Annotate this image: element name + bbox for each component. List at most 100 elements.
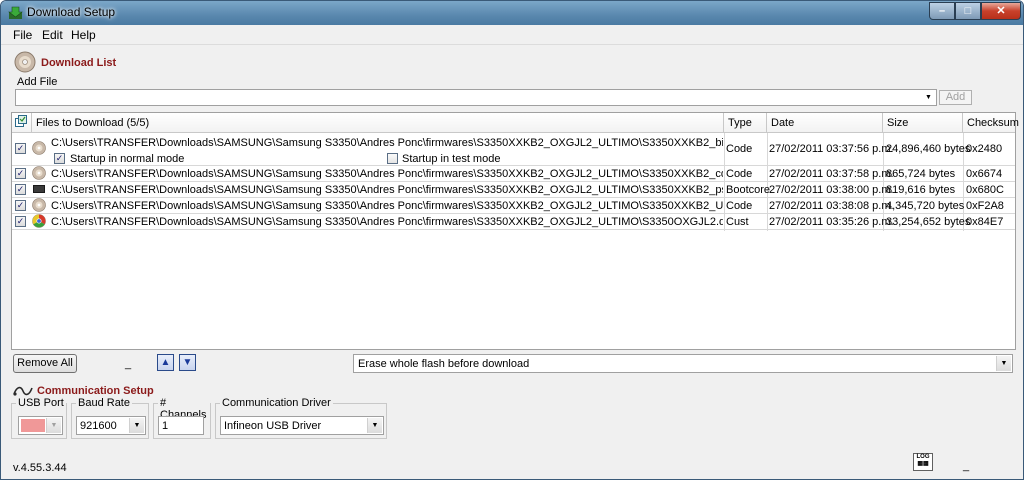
file-checksum: 0x680C — [966, 184, 1004, 196]
window-title: Download Setup — [27, 5, 116, 19]
close-button[interactable]: ✕ — [981, 2, 1021, 20]
startup-test-label: Startup in test mode — [402, 153, 501, 165]
chevron-down-icon[interactable]: ▼ — [922, 91, 935, 104]
erase-mode-value: Erase whole flash before download — [358, 358, 530, 370]
header-checksum[interactable]: Checksum — [963, 113, 1019, 133]
download-setup-window: Download Setup – □ ✕ File Edit Help Down… — [0, 0, 1024, 480]
maximize-button[interactable]: □ — [955, 2, 981, 20]
file-size: 4,345,720 bytes — [886, 200, 965, 212]
startup-normal-checkbox[interactable]: ✓ — [54, 153, 65, 164]
file-checksum: 0x6674 — [966, 168, 1003, 180]
chevron-down-icon[interactable]: ▼ — [129, 418, 144, 433]
menu-bar: File Edit Help — [1, 25, 1023, 45]
file-path: C:\Users\TRANSFER\Downloads\SAMSUNG\Sams… — [51, 168, 723, 180]
startup-normal-label: Startup in normal mode — [70, 153, 185, 165]
baud-rate-select[interactable]: 921600 ▼ — [76, 416, 146, 435]
file-size: 24,896,460 bytes — [886, 143, 971, 155]
driver-select[interactable]: Infineon USB Driver ▼ — [220, 416, 384, 435]
column-divider — [767, 133, 768, 231]
header-icon-cell[interactable] — [12, 113, 32, 133]
separator-dash: _ — [125, 358, 132, 370]
add-file-label: Add File — [17, 76, 58, 88]
copy-icon — [15, 115, 27, 127]
file-size: 33,254,652 bytes — [886, 216, 971, 228]
communication-setup-title: Communication Setup — [37, 385, 154, 397]
menu-file[interactable]: File — [13, 28, 32, 42]
row-checkbox[interactable]: ✓ — [15, 200, 26, 211]
disc-stack-icon — [14, 51, 36, 73]
menu-edit[interactable]: Edit — [42, 28, 63, 42]
chevron-down-icon[interactable]: ▼ — [46, 418, 61, 433]
file-type: Code — [726, 200, 753, 212]
add-button[interactable]: Add — [939, 90, 972, 105]
file-type: Code — [726, 143, 753, 155]
remove-all-button[interactable]: Remove All — [13, 354, 77, 373]
header-files[interactable]: Files to Download (5/5) — [32, 113, 724, 133]
row-divider — [12, 181, 1015, 182]
file-type: Code — [726, 168, 753, 180]
row-checkbox[interactable]: ✓ — [15, 184, 26, 195]
title-bar[interactable]: Download Setup – □ ✕ — [1, 1, 1023, 25]
file-checksum: 0xF2A8 — [966, 200, 1004, 212]
file-date: 27/02/2011 03:38:08 p.m. — [769, 200, 894, 212]
chevron-down-icon[interactable]: ▼ — [367, 418, 382, 433]
minimize-button[interactable]: – — [929, 2, 955, 20]
header-type[interactable]: Type — [724, 113, 767, 133]
startup-test-checkbox[interactable] — [387, 153, 398, 164]
usb-port-indicator — [21, 419, 45, 432]
usb-port-label: USB Port — [16, 397, 66, 409]
row-divider — [12, 165, 1015, 166]
file-checksum: 0x84E7 — [966, 216, 1004, 228]
row-checkbox[interactable]: ✓ — [15, 216, 26, 227]
row-divider — [12, 229, 1015, 230]
row-checkbox[interactable]: ✓ — [15, 168, 26, 179]
row-checkbox[interactable]: ✓ — [15, 143, 26, 154]
file-date: 27/02/2011 03:37:56 p.m. — [769, 143, 894, 155]
row-divider — [12, 197, 1015, 198]
baud-rate-label: Baud Rate — [76, 397, 132, 409]
erase-mode-select[interactable]: Erase whole flash before download ▼ — [353, 354, 1013, 373]
file-path: C:\Users\TRANSFER\Downloads\SAMSUNG\Sams… — [51, 137, 723, 149]
column-divider — [724, 133, 725, 231]
usb-port-select[interactable]: ▼ — [18, 416, 63, 435]
file-path: C:\Users\TRANSFER\Downloads\SAMSUNG\Sams… — [51, 200, 723, 212]
file-date: 27/02/2011 03:38:00 p.m. — [769, 184, 894, 196]
disc-icon — [32, 198, 46, 212]
log-label: LOG — [916, 454, 930, 460]
file-date: 27/02/2011 03:37:58 p.m. — [769, 168, 894, 180]
cable-icon — [13, 386, 33, 396]
menu-help[interactable]: Help — [71, 28, 96, 42]
baud-rate-group: Baud Rate 921600 ▼ — [71, 397, 149, 439]
channels-input[interactable]: 1 — [158, 416, 204, 435]
header-size[interactable]: Size — [883, 113, 963, 133]
baud-rate-value: 921600 — [80, 420, 117, 432]
file-date: 27/02/2011 03:35:26 p.m. — [769, 216, 894, 228]
file-path: C:\Users\TRANSFER\Downloads\SAMSUNG\Sams… — [51, 216, 723, 228]
driver-label: Communication Driver — [220, 397, 333, 409]
chip-icon — [33, 185, 45, 193]
move-down-button[interactable]: ▼ — [179, 354, 196, 371]
file-type: Cust — [726, 216, 749, 228]
footer-dash: _ — [963, 460, 970, 472]
files-table: Files to Download (5/5) Type Date Size C… — [11, 112, 1019, 350]
driver-value: Infineon USB Driver — [224, 420, 322, 432]
file-path: C:\Users\TRANSFER\Downloads\SAMSUNG\Sams… — [51, 184, 723, 196]
download-list-title: Download List — [41, 57, 117, 69]
usb-port-group: USB Port ▼ — [11, 397, 67, 439]
communication-settings: USB Port ▼ Baud Rate 921600 ▼ # Channels… — [11, 397, 387, 439]
app-icon — [8, 6, 23, 19]
move-up-button[interactable]: ▲ — [157, 354, 174, 371]
header-date[interactable]: Date — [767, 113, 883, 133]
driver-group: Communication Driver Infineon USB Driver… — [215, 397, 387, 439]
version-label: v.4.55.3.44 — [13, 462, 67, 474]
chevron-down-icon[interactable]: ▼ — [996, 356, 1011, 371]
log-icon[interactable]: LOG ▦▦ — [913, 453, 933, 471]
file-size: 865,724 bytes — [886, 168, 956, 180]
row-divider — [12, 213, 1015, 214]
file-path-combobox[interactable]: ▼ — [15, 89, 937, 106]
disc-icon — [32, 166, 46, 180]
file-type: Bootcore — [726, 184, 771, 196]
disc-icon — [32, 141, 46, 155]
file-checksum: 0x2480 — [966, 143, 1003, 155]
channels-group: # Channels 1 — [153, 397, 211, 439]
